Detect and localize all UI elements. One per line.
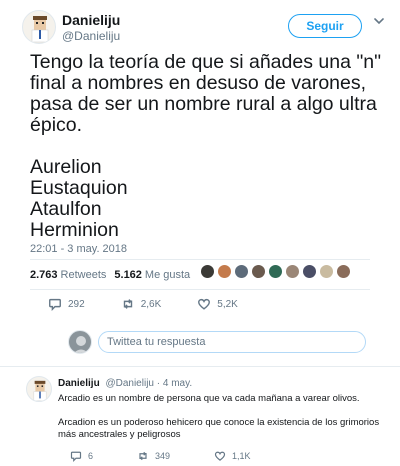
liker-avatar[interactable] <box>336 264 351 279</box>
divider <box>0 366 400 367</box>
reply-text-line: más ancestrales y peligrosos <box>58 429 181 440</box>
reply-tweet: Danieliju @Danieliju · 4 may. Arcadio es… <box>0 368 400 466</box>
retweet-icon <box>123 299 132 309</box>
liker-avatar[interactable] <box>234 264 249 279</box>
follow-button[interactable]: Seguir <box>288 14 362 38</box>
liker-avatar[interactable] <box>319 264 334 279</box>
retweet-button[interactable]: 349 <box>137 450 170 462</box>
user-avatar[interactable] <box>68 330 92 354</box>
author-avatar[interactable] <box>26 376 52 402</box>
author-avatar[interactable] <box>22 10 56 44</box>
liker-avatar[interactable] <box>268 264 283 279</box>
reply-text-line: Arcadion es un poderoso hehicero que con… <box>58 417 380 428</box>
liker-avatar[interactable] <box>251 264 266 279</box>
reply-icon <box>70 451 82 462</box>
divider <box>30 259 370 260</box>
author-name[interactable]: Danieliju <box>62 12 120 28</box>
reply-icon <box>49 298 61 311</box>
retweets-count: 2.763 <box>30 269 58 281</box>
reply-button[interactable]: 6 <box>70 450 93 462</box>
chevron-down-icon[interactable] <box>372 14 386 28</box>
reply-author-name[interactable]: Danieliju <box>58 378 100 389</box>
likes-count: 5.162 <box>114 269 142 281</box>
liker-avatar[interactable] <box>200 264 215 279</box>
likes-label: Me gusta <box>144 269 191 281</box>
main-tweet: Danieliju @Danieliju Seguir Tengo la teo… <box>0 0 400 362</box>
tweet-stats: 2.763 Retweets 5.162 Me gusta <box>30 269 190 281</box>
reply-count: 6 <box>88 451 94 461</box>
likes-stat[interactable]: 5.162 Me gusta <box>114 269 190 281</box>
tweet-timestamp[interactable]: 22:01 - 3 may. 2018 <box>30 243 127 255</box>
like-count: 1,1K <box>232 451 251 461</box>
reply-input[interactable]: Twittea tu respuesta <box>98 331 366 353</box>
author-handle[interactable]: @Danieliju <box>62 29 120 43</box>
liker-avatar[interactable] <box>217 264 232 279</box>
reply-time[interactable]: · 4 may. <box>157 378 192 389</box>
like-count: 5,2K <box>217 298 238 310</box>
like-button[interactable]: 1,1K <box>214 450 251 462</box>
reply-button[interactable]: 292 <box>48 297 85 311</box>
retweet-button[interactable]: 2,6K <box>121 297 162 311</box>
heart-icon <box>214 451 226 461</box>
tweet-actions: 292 2,6K 5,2K <box>48 297 238 311</box>
reply-count: 292 <box>68 298 85 310</box>
liker-avatar[interactable] <box>285 264 300 279</box>
reply-text-line: Arcadio es un nombre de persona que va c… <box>58 393 360 404</box>
heart-icon <box>198 298 211 310</box>
reply-header: Danieliju @Danieliju · 4 may. <box>58 378 192 389</box>
like-button[interactable]: 5,2K <box>197 297 238 311</box>
retweet-count: 2,6K <box>140 298 162 310</box>
reply-author-handle[interactable]: @Danieliju <box>105 378 154 389</box>
reply-composer: Twittea tu respuesta <box>0 330 400 362</box>
liker-avatar[interactable] <box>302 264 317 279</box>
retweets-label: Retweets <box>60 269 107 281</box>
tweet-text: Tengo la teoría de que si añades una "n"… <box>30 51 382 241</box>
divider <box>30 289 370 290</box>
likers-avatars[interactable] <box>200 264 351 286</box>
retweet-count: 349 <box>155 451 171 461</box>
reply-tweet-actions: 6 349 1,1K <box>70 450 251 462</box>
retweet-icon <box>139 451 147 461</box>
retweets-stat[interactable]: 2.763 Retweets <box>30 269 106 281</box>
